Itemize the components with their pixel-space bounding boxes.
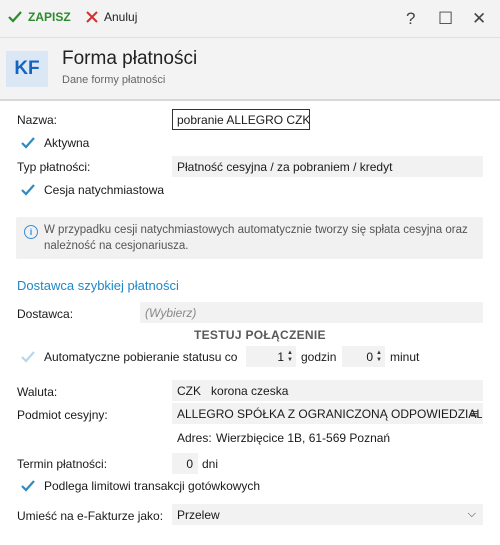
currency-name: korona czeska	[211, 384, 289, 398]
cession-subject-value: ALLEGRO SPÓŁKA Z OGRANICZONĄ ODPOWIEDZIA…	[177, 407, 483, 421]
efaktura-value: Przelew	[177, 508, 220, 522]
stepper-arrows-icon[interactable]: ▲ ▼	[287, 350, 293, 364]
payment-type-value: Płatność cesyjna / za pobraniem / kredyt	[172, 156, 483, 177]
name-input[interactable]: pobranie ALLEGRO CZK	[172, 109, 310, 130]
hours-label: godzin	[301, 350, 337, 364]
currency-field[interactable]: CZK korona czeska	[172, 380, 483, 401]
payment-term-input[interactable]: 0	[172, 453, 198, 474]
info-box: i W przypadku cesji natychmiastowych aut…	[16, 217, 483, 259]
fast-payment-section-title: Dostawca szybkiej płatności	[17, 278, 179, 293]
form-header: KF Forma płatności Dane formy płatności	[0, 38, 500, 100]
active-label: Aktywna	[44, 136, 90, 150]
minutes-value: 0	[366, 349, 374, 364]
payment-type-label: Typ płatności:	[17, 160, 91, 174]
currency-label: Waluta:	[17, 385, 58, 399]
instant-cession-label: Cesja natychmiastowa	[44, 183, 165, 197]
cession-subject-label: Podmiot cesyjny:	[17, 408, 108, 422]
efaktura-select[interactable]: Przelew ⌵	[172, 504, 483, 525]
check-icon	[21, 480, 35, 492]
hours-stepper[interactable]: 1 ▲ ▼	[246, 346, 296, 367]
page-subtitle: Dane formy płatności	[62, 74, 166, 86]
save-button[interactable]: ZAPISZ	[8, 10, 71, 24]
auto-status-checkbox[interactable]: Automatyczne pobieranie statusu co	[20, 349, 237, 365]
help-button[interactable]: ?	[406, 9, 415, 29]
provider-select[interactable]: (Wybierz)	[140, 302, 483, 323]
address-value: Wierzbięcice 1B, 61-569 Poznań	[216, 431, 391, 445]
instant-cession-checkbox[interactable]: Cesja natychmiastowa	[20, 182, 164, 198]
menu-icon[interactable]: ≡	[470, 406, 478, 421]
payment-term-unit: dni	[202, 457, 219, 471]
info-text: W przypadku cesji natychmiastowych autom…	[44, 224, 468, 252]
provider-label: Dostawca:	[17, 307, 74, 321]
address-label: Adres:	[177, 431, 212, 445]
hours-value: 1	[277, 349, 285, 364]
info-icon: i	[24, 225, 38, 239]
test-connection-button[interactable]: TESTUJ POŁĄCZENIE	[194, 328, 326, 342]
form-badge: KF	[6, 51, 48, 87]
auto-status-label: Automatyczne pobieranie statusu co	[44, 350, 238, 364]
efaktura-label: Umieść na e-Fakturze jako:	[17, 509, 164, 523]
stepper-arrows-icon[interactable]: ▲ ▼	[376, 350, 382, 364]
cancel-label: Anuluj	[104, 10, 138, 24]
cash-limit-checkbox[interactable]: Podlega limitowi transakcji gotówkowych	[20, 478, 260, 494]
page-title: Forma płatności	[62, 48, 198, 69]
check-icon	[21, 351, 35, 363]
form-body: Nazwa: pobranie ALLEGRO CZK Aktywna Typ …	[0, 100, 500, 545]
cancel-button[interactable]: Anuluj	[86, 10, 137, 24]
save-label: ZAPISZ	[28, 10, 71, 24]
minutes-stepper[interactable]: 0 ▲ ▼	[342, 346, 385, 367]
active-checkbox[interactable]: Aktywna	[20, 135, 89, 151]
chevron-down-icon: ⌵	[467, 508, 476, 520]
name-label: Nazwa:	[17, 113, 58, 127]
cash-limit-label: Podlega limitowi transakcji gotówkowych	[44, 479, 261, 493]
check-icon	[21, 184, 35, 196]
cession-subject-field[interactable]: ALLEGRO SPÓŁKA Z OGRANICZONĄ ODPOWIEDZIA…	[172, 403, 483, 424]
checkmark-icon	[8, 11, 22, 23]
close-x-icon	[86, 11, 98, 23]
title-bar: ZAPISZ Anuluj ? ☐ ✕	[0, 0, 500, 38]
currency-code: CZK	[177, 384, 201, 398]
check-icon	[21, 137, 35, 149]
close-window-button[interactable]: ✕	[472, 9, 486, 29]
maximize-button[interactable]: ☐	[438, 9, 453, 29]
minutes-label: minut	[390, 350, 420, 364]
payment-term-label: Termin płatności:	[17, 457, 108, 471]
